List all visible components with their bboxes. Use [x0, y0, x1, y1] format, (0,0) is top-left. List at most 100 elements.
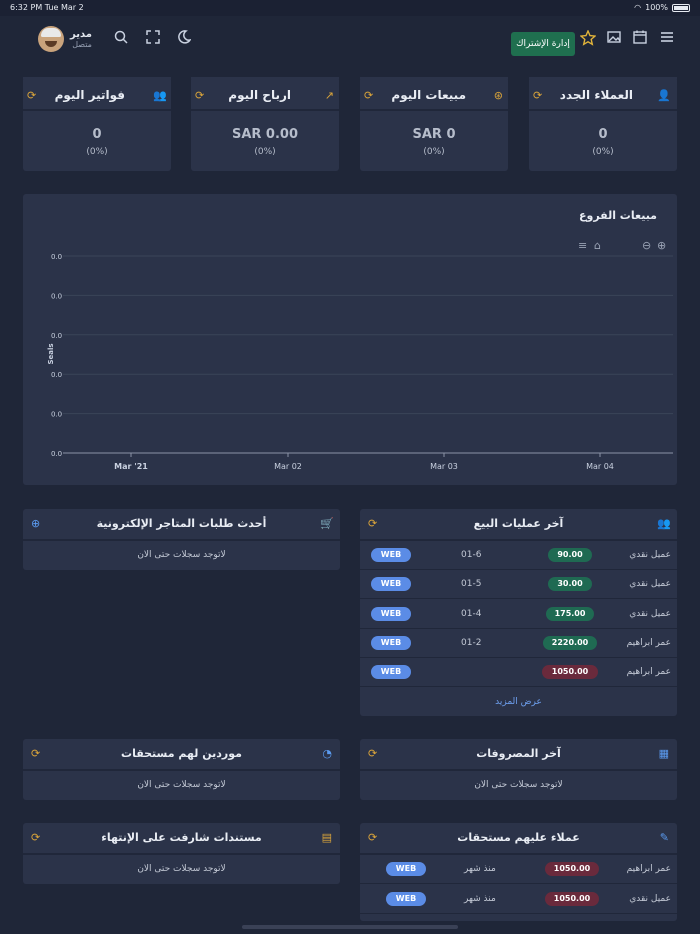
status-bar: 6:32 PM Tue Mar 2 ◠ 100%	[0, 0, 700, 16]
battery-label: 100%	[645, 3, 668, 12]
expenses-panel: ▦ آخر المصروفات ⟳ لاتوجد سجلات حتى الان	[360, 739, 677, 800]
refresh-icon[interactable]: ⟳	[195, 90, 204, 102]
table-row[interactable]: عميل نقدي 1050.00 منذ شهر WEB	[360, 885, 677, 914]
refresh-icon[interactable]: ⟳	[533, 90, 542, 102]
customer-name: عمر ابراهيم	[626, 864, 671, 874]
panel-header: 👥 آخر عمليات البيع ⟳	[360, 509, 677, 541]
user-profile[interactable]: مدير متصل	[38, 26, 92, 52]
amount-badge: 1050.00	[542, 665, 598, 680]
customer-name: عميل نقدي	[629, 608, 671, 619]
y-tick-label: 0.0	[51, 371, 62, 379]
refresh-icon[interactable]: ⟳	[27, 90, 36, 102]
search-icon[interactable]	[112, 30, 130, 48]
wifi-icon: ◠	[634, 3, 642, 12]
table-row[interactable]: عميل نقدي 90.00 01-6 WEB	[360, 541, 677, 570]
amount-badge: 90.00	[548, 548, 592, 562]
dark-mode-icon[interactable]	[175, 30, 193, 48]
stat-title: ارباح اليوم	[228, 88, 291, 102]
refresh-icon[interactable]: ⟳	[31, 748, 40, 760]
show-more-link[interactable]: عرض المزيد	[360, 689, 677, 716]
panel-title: موردين لهم مستحقات	[121, 747, 242, 760]
menu-icon[interactable]	[658, 30, 676, 48]
stat-card-today-profit[interactable]: ↗ ارباح اليوم ⟳ SAR 0.00 (0%)	[191, 77, 339, 171]
stat-title: مبيعات اليوم	[391, 88, 466, 102]
amount-badge: 30.00	[548, 577, 592, 592]
x-tick-label: Mar 03	[430, 462, 458, 471]
sale-date: 01-4	[461, 608, 482, 619]
panel-title: مستندات شارفت على الإنتهاء	[101, 831, 262, 844]
source-badge: WEB	[371, 635, 411, 650]
stat-card-new-customers[interactable]: 👤 العملاء الجدد ⟳ 0 (0%)	[529, 77, 677, 171]
refresh-icon[interactable]: ⟳	[368, 832, 377, 844]
battery-indicator: ◠ 100%	[634, 3, 690, 12]
chart-plot: 0.00.00.00.00.00.0 Mar '21 Mar 02 Mar 03 Ma…	[47, 253, 673, 471]
panel-title: آخر المصروفات	[476, 747, 561, 760]
stat-title: العملاء الجدد	[559, 88, 633, 102]
stat-percent: (0%)	[423, 147, 445, 157]
top-bar: مدير متصل إدارة الإشتراك	[0, 16, 700, 72]
table-row[interactable]: عميل نقدي 175.00 01-4 WEB	[360, 600, 677, 629]
amount-badge: 175.00	[546, 606, 594, 621]
sale-date: 01-2	[461, 637, 482, 648]
chart-x-ticks: Mar '21 Mar 02 Mar 03 Mar 04	[114, 453, 614, 471]
source-badge: WEB	[386, 892, 426, 906]
chart-grid	[63, 255, 673, 454]
customer-name: عميل نقدي	[629, 550, 671, 560]
latest-sales-panel: 👥 آخر عمليات البيع ⟳ عميل نقدي 90.00 01-6 W…	[360, 509, 677, 716]
dollar-icon: ⊛	[493, 89, 503, 102]
panel-header: ▤ مستندات شارفت على الإنتهاء ⟳	[23, 823, 340, 855]
amount-badge: 1050.00	[545, 862, 599, 876]
sale-date: 01-6	[461, 550, 482, 560]
calendar-icon[interactable]	[631, 30, 649, 48]
table-row[interactable]: عميل نقدي 30.00 01-5 WEB	[360, 570, 677, 600]
empty-message: لاتوجد سجلات حتى الان	[137, 780, 226, 790]
table-row[interactable]: عمر ابراهيم 1050.00 WEB	[360, 658, 677, 688]
stat-title: فواتير اليوم	[54, 88, 125, 102]
table-row[interactable]: عمر ابراهيم 2220.00 01-2 WEB	[360, 629, 677, 658]
panel-header: ▦ آخر المصروفات ⟳	[360, 739, 677, 771]
panel-header: ✎ عملاء عليهم مستحقات ⟳	[360, 823, 677, 855]
x-tick-label: Mar 02	[274, 462, 302, 471]
x-tick-label: Mar '21	[114, 462, 148, 471]
star-icon[interactable]	[579, 29, 597, 48]
y-tick-label: 0.0	[51, 292, 62, 300]
avatar[interactable]	[38, 26, 64, 52]
refresh-icon[interactable]: ⟳	[364, 90, 373, 102]
source-badge: WEB	[371, 606, 411, 621]
add-icon[interactable]: ⊕	[31, 518, 40, 530]
stat-card-header: 👥 فواتير اليوم ⟳	[23, 77, 171, 111]
sale-date: 01-5	[461, 579, 482, 590]
fullscreen-icon[interactable]	[144, 30, 162, 48]
stat-value: SAR 0	[412, 127, 456, 142]
empty-message: لاتوجد سجلات حتى الان	[137, 550, 226, 560]
panel-title: أحدث طلبات المتاجر الإلكترونية	[96, 517, 267, 530]
users-icon: 👥	[153, 89, 167, 102]
y-tick-label: 0.0	[51, 411, 62, 419]
home-indicator	[242, 925, 458, 929]
status-time: 6:32 PM Tue Mar 2	[10, 3, 84, 12]
empty-message: لاتوجد سجلات حتى الان	[137, 864, 226, 874]
table-row[interactable]: عمر ابراهيم 1050.00 منذ شهر WEB	[360, 855, 677, 884]
stat-card-today-invoices[interactable]: 👥 فواتير اليوم ⟳ 0 (0%)	[23, 77, 171, 171]
due-since: منذ شهر	[464, 864, 496, 874]
branch-sales-chart-card: مبيعات الفروع ≡ ⌂ ⊖ ⊕ 0.0 0.0 0.0 0.0 0.0 0.0…	[23, 194, 677, 485]
customer-name: عمر ابراهيم	[626, 667, 671, 678]
stat-card-today-sales[interactable]: ⊛ مبيعات اليوم ⟳ SAR 0 (0%)	[360, 77, 508, 171]
chart-line-icon: ↗	[324, 89, 334, 102]
y-tick-label: 0.0	[51, 450, 62, 458]
image-icon[interactable]	[605, 30, 623, 48]
source-badge: WEB	[386, 862, 426, 876]
documents-panel: ▤ مستندات شارفت على الإنتهاء ⟳ لاتوجد سج…	[23, 823, 340, 884]
source-badge: WEB	[371, 548, 411, 562]
user-status: متصل	[72, 40, 92, 49]
amount-badge: 2220.00	[543, 635, 597, 650]
suppliers-panel: ◔ موردين لهم مستحقات ⟳ لاتوجد سجلات حتى …	[23, 739, 340, 800]
y-tick-label: 0.0	[51, 332, 62, 340]
user-icon: 👤	[657, 89, 671, 102]
refresh-icon[interactable]: ⟳	[368, 518, 377, 530]
refresh-icon[interactable]: ⟳	[31, 832, 40, 844]
refresh-icon[interactable]: ⟳	[368, 748, 377, 760]
source-badge: WEB	[371, 665, 411, 680]
subscription-button[interactable]: إدارة الإشتراك	[511, 32, 575, 56]
source-badge: WEB	[371, 577, 411, 592]
